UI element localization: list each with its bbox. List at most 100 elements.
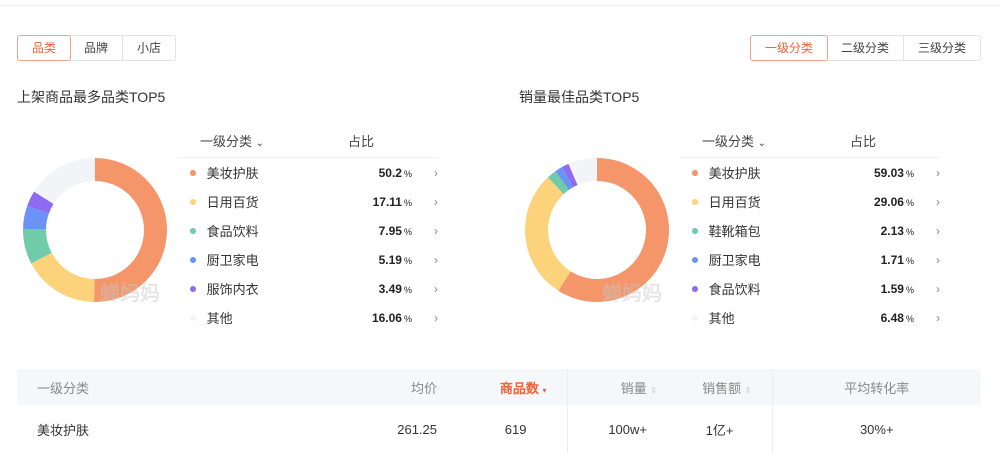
legend-name: 美妆护肤	[206, 166, 259, 181]
level-dropdown[interactable]: 一级分类 ⌄	[680, 128, 850, 157]
legend-item[interactable]: 鞋靴箱包 2.13% ›	[680, 216, 940, 245]
legend-header: 一级分类 ⌄ 占比	[178, 128, 438, 158]
col-product-count[interactable]: 商品数 ▾	[437, 369, 568, 405]
legend-item[interactable]: 日用百货 17.11% ›	[178, 187, 438, 216]
legend-name: 食品饮料	[708, 282, 761, 297]
level-dropdown[interactable]: 一级分类 ⌄	[178, 128, 348, 157]
legend-value: 2.13%	[880, 223, 914, 238]
legend-name: 其他	[708, 311, 735, 326]
legend-item[interactable]: 食品饮料 1.59% ›	[680, 274, 940, 303]
chevron-right-icon[interactable]: ›	[434, 282, 438, 296]
sort-desc-icon: ▾	[542, 385, 547, 395]
legend-value: 50.2%	[378, 165, 412, 180]
tab-shop[interactable]: 小店	[123, 36, 175, 60]
cell-sales: 100w+	[608, 421, 647, 437]
dimension-tabs: 品类 品牌 小店	[17, 35, 177, 61]
level-tabs: 一级分类 二级分类 三级分类	[749, 35, 981, 61]
chevron-right-icon[interactable]: ›	[434, 166, 438, 180]
legend-value: 59.03%	[873, 165, 914, 180]
legend-dot-icon	[190, 285, 196, 292]
tab-category[interactable]: 品类	[17, 35, 72, 61]
col-sales[interactable]: 销量 ⇕	[567, 369, 657, 405]
cell-category: 美妆护肤	[37, 422, 90, 438]
tab-brand[interactable]: 品牌	[70, 36, 124, 60]
chevron-right-icon[interactable]: ›	[936, 166, 940, 180]
legend-value: 16.06%	[371, 310, 412, 325]
chevron-right-icon[interactable]: ›	[936, 311, 940, 325]
legend-dot-icon	[692, 198, 698, 205]
legend-dot-icon	[190, 169, 196, 176]
dropdown-label: 一级分类	[702, 134, 755, 149]
legend-name: 其他	[206, 311, 233, 326]
cell-conversion: 30%+	[859, 421, 894, 437]
chevron-right-icon[interactable]: ›	[936, 282, 940, 296]
legend-value: 17.11%	[372, 194, 412, 209]
chevron-right-icon[interactable]: ›	[434, 311, 438, 325]
col-category: 一级分类	[17, 369, 347, 405]
donut-slice-1[interactable]	[525, 177, 571, 291]
chevron-right-icon[interactable]: ›	[936, 195, 940, 209]
legend-value: 1.59%	[880, 281, 914, 296]
tab-level-3[interactable]: 三级分类	[904, 36, 980, 60]
legend-dot-icon	[692, 314, 698, 321]
legend-item[interactable]: 食品饮料 7.95% ›	[178, 216, 438, 245]
legend-name: 服饰内衣	[206, 282, 259, 297]
legend-value: 3.49%	[378, 281, 412, 296]
legend-value: 1.71%	[880, 252, 914, 267]
legend-item[interactable]: 厨卫家电 5.19% ›	[178, 245, 438, 274]
legend-dot-icon	[190, 198, 196, 205]
legend-dot-icon	[692, 256, 698, 263]
legend-name: 日用百货	[708, 195, 761, 210]
donut-slice-1[interactable]	[31, 252, 95, 302]
legend-dot-icon	[692, 169, 698, 176]
cell-avg-price: 261.25	[397, 421, 437, 437]
legend-item[interactable]: 美妆护肤 50.2% ›	[178, 158, 438, 187]
legend-name: 厨卫家电	[206, 253, 259, 268]
dropdown-label: 一级分类	[200, 134, 253, 149]
chevron-right-icon[interactable]: ›	[434, 224, 438, 238]
legend-name: 日用百货	[206, 195, 259, 210]
col-conversion: 平均转化率	[772, 369, 981, 405]
cell-product-count: 619	[437, 405, 568, 453]
legend-value: 29.06%	[873, 194, 914, 209]
panel-title: 上架商品最多品类TOP5	[17, 89, 166, 105]
chevron-right-icon[interactable]: ›	[936, 224, 940, 238]
legend-value: 7.95%	[378, 223, 412, 238]
sort-icon: ⇕	[650, 385, 657, 395]
panel-title: 销量最佳品类TOP5	[519, 89, 640, 105]
legend-dot-icon	[190, 314, 196, 321]
legend-name: 鞋靴箱包	[708, 224, 761, 239]
legend-dot-icon	[190, 256, 196, 263]
legend-header: 一级分类 ⌄ 占比	[680, 128, 940, 158]
chevron-right-icon[interactable]: ›	[936, 253, 940, 267]
legend-value: 5.19%	[378, 252, 412, 267]
col-revenue[interactable]: 销售额 ⇕	[657, 369, 773, 405]
watermark-logo: 蝉妈妈	[100, 283, 160, 305]
legend-name: 食品饮料	[206, 224, 259, 239]
legend-item[interactable]: 服饰内衣 3.49% ›	[178, 274, 438, 303]
legend-item[interactable]: 其他 16.06% ›	[178, 303, 438, 332]
share-header: 占比	[850, 134, 877, 149]
chevron-down-icon: ⌄	[757, 138, 767, 149]
top-divider	[0, 0, 1000, 6]
legend-value: 6.48%	[880, 310, 914, 325]
cell-revenue: 1亿+	[657, 405, 773, 453]
legend-name: 美妆护肤	[708, 166, 761, 181]
tab-level-1[interactable]: 一级分类	[749, 35, 828, 61]
legend-dot-icon	[692, 227, 698, 234]
legend-item[interactable]: 其他 6.48% ›	[680, 303, 940, 332]
share-header: 占比	[348, 134, 375, 149]
chevron-right-icon[interactable]: ›	[434, 253, 438, 267]
tab-level-2[interactable]: 二级分类	[827, 36, 904, 60]
watermark-logo: 蝉妈妈	[602, 283, 662, 305]
col-avg-price[interactable]: 均价	[347, 369, 437, 405]
legend-table: 一级分类 ⌄ 占比 美妆护肤 59.03% › 日用百货 29.06% › 鞋靴箱包 2.13% ›…	[680, 128, 940, 332]
legend-item[interactable]: 美妆护肤 59.03% ›	[680, 158, 940, 187]
legend-item[interactable]: 日用百货 29.06% ›	[680, 187, 940, 216]
chevron-down-icon: ⌄	[255, 138, 265, 149]
donut-slice-5[interactable]	[34, 158, 95, 204]
table-row[interactable]: 美妆护肤 261.25 619 100w+ 1亿+ 30%+	[17, 405, 981, 453]
legend-item[interactable]: 厨卫家电 1.71% ›	[680, 245, 940, 274]
chevron-right-icon[interactable]: ›	[434, 195, 438, 209]
legend-dot-icon	[190, 227, 196, 234]
